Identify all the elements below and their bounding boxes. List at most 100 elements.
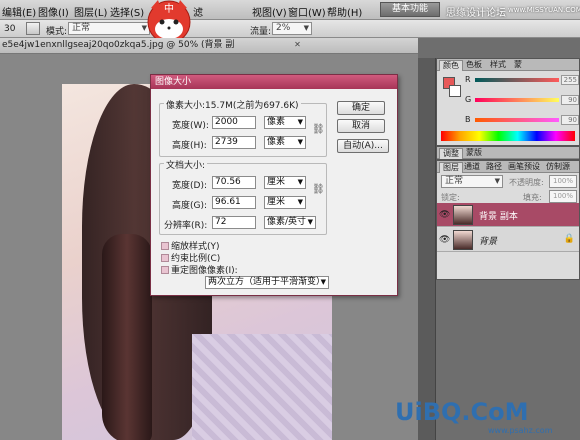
menu-select[interactable]: 选择(S) (110, 4, 144, 19)
cancel-button[interactable]: 取消 (337, 119, 385, 133)
tab-adjustments[interactable]: 调整 (439, 148, 463, 159)
doc-width-input[interactable]: 70.56 (212, 176, 256, 189)
doc-height-unit-select[interactable]: 厘米 ▼ (264, 196, 306, 209)
menu-edit[interactable]: 编辑(E) (2, 4, 36, 19)
ok-button[interactable]: 确定 (337, 101, 385, 115)
brush-size-value[interactable]: 30 (4, 24, 15, 34)
workspace-button[interactable]: 基本功能 (380, 2, 440, 17)
menu-help[interactable]: 帮助(H) (327, 4, 362, 19)
opacity-label: 不透明度: (509, 178, 544, 187)
tab-mask[interactable]: 蒙版 (463, 148, 485, 159)
r-value[interactable]: 255 (561, 75, 579, 85)
color-spectrum[interactable] (441, 131, 575, 141)
tab-color[interactable]: 颜色 (439, 60, 463, 71)
layer-row[interactable]: 👁 背景 副本 (437, 203, 579, 227)
mascot-label: 中 (164, 2, 174, 15)
menu-image[interactable]: 图像(I) (38, 4, 69, 19)
b-slider[interactable] (475, 118, 559, 122)
watermark-logo: UiBQ.CoM (395, 398, 529, 426)
fill-input[interactable]: 100% (549, 190, 577, 203)
close-icon[interactable]: ✕ (293, 41, 302, 50)
tab-channels[interactable]: 通道 (461, 162, 483, 173)
b-label: B (465, 115, 471, 124)
width-label: 宽度(W): (172, 121, 209, 131)
menu-bar: 编辑(E) 图像(I) 图层(L) 选择(S) 滤 视图(V) 窗口(W) 帮助… (0, 0, 580, 20)
tab-paths[interactable]: 路径 (483, 162, 505, 173)
mode-select[interactable]: 正常 ▼ (68, 22, 150, 35)
tab-swatches[interactable]: 色板 (463, 60, 485, 71)
chain-link-icon: ⛓ (312, 184, 325, 195)
image-size-dialog: 图像大小 像素大小:15.7M(之前为697.6K) 宽度(W): 2000 像… (150, 74, 398, 296)
menu-layer[interactable]: 图层(L) (74, 4, 107, 19)
tab-clone-source[interactable]: 仿制源 (543, 162, 573, 173)
layers-panel-tabs: 图层 通道 路径 画笔预设 仿制源 (437, 161, 579, 173)
adjustments-panel-tabs: 调整 蒙版 (437, 147, 579, 159)
resolution-input[interactable]: 72 (212, 216, 256, 229)
g-slider[interactable] (475, 98, 559, 102)
width-input[interactable]: 2000 (212, 116, 256, 129)
tab-brush-presets[interactable]: 画笔预设 (505, 162, 543, 173)
menu-window[interactable]: 窗口(W) (288, 4, 326, 19)
g-value[interactable]: 90 (561, 95, 579, 105)
lock-label: 锁定: (441, 193, 460, 202)
b-value[interactable]: 90 (561, 115, 579, 125)
pixel-dimensions-label: 像素大小:15.7M(之前为697.6K) (164, 98, 301, 111)
background-color-swatch[interactable] (449, 85, 461, 97)
height-input[interactable]: 2739 (212, 136, 256, 149)
lock-icon: 🔒 (563, 234, 575, 244)
layer-thumbnail (453, 205, 473, 225)
layers-panel: 图层 通道 路径 画笔预设 仿制源 正常 ▼ 不透明度: 100% 锁定: 填充:… (436, 160, 580, 280)
auto-button[interactable]: 自动(A)... (337, 139, 389, 153)
doc-height-input[interactable]: 96.61 (212, 196, 256, 209)
color-panel-tabs: 颜色 色板 样式 蒙 (437, 59, 579, 71)
layer-name: 背景 副本 (479, 212, 518, 222)
pixel-dimensions-group: 像素大小:15.7M(之前为697.6K) 宽度(W): 2000 像素 ▼ 高度… (159, 98, 327, 157)
eye-icon[interactable]: 👁 (439, 210, 450, 220)
options-bar: 30 模式: 正常 ▼ 流量: 2% ▼ (0, 20, 580, 38)
tab-styles[interactable]: 样式 (487, 60, 509, 71)
checkbox-checked-icon (161, 254, 169, 262)
height-label: 高度(H): (172, 141, 207, 151)
resample-method-select[interactable]: 两次立方（适用于平滑渐变） ▼ (205, 276, 329, 289)
menu-filter[interactable]: 滤 (193, 4, 203, 19)
color-panel: 颜色 色板 样式 蒙 R 255 G 90 B 90 (436, 58, 580, 146)
r-label: R (465, 75, 471, 84)
menu-view[interactable]: 视图(V) (252, 4, 287, 19)
site-name: 思缘设计论坛 (446, 8, 506, 19)
layer-thumbnail (453, 230, 473, 250)
watermark-url: www.psahz.com (488, 426, 553, 435)
fill-label: 填充: (523, 193, 542, 202)
blend-mode-select[interactable]: 正常 ▼ (441, 175, 503, 188)
width-unit-select[interactable]: 像素 ▼ (264, 116, 306, 129)
g-label: G (465, 95, 472, 104)
doc-width-label: 宽度(D): (172, 181, 207, 191)
mode-label: 模式: (46, 27, 68, 37)
document-size-group: 文档大小: 宽度(D): 70.56 厘米 ▼ 高度(G): 96.61 厘米 ▼ … (159, 158, 327, 235)
resolution-unit-select[interactable]: 像素/英寸 ▼ (264, 216, 316, 229)
dialog-title[interactable]: 图像大小 (151, 75, 397, 89)
site-url: www.MISSYUAN.COM (508, 6, 580, 14)
eye-icon[interactable]: 👁 (439, 235, 450, 245)
tool-strip (418, 58, 436, 440)
checkbox-checked-icon (161, 242, 169, 250)
doc-width-unit-select[interactable]: 厘米 ▼ (264, 176, 306, 189)
resample-checkbox[interactable]: 重定图像像素(I): (161, 263, 238, 276)
sweater-shape (192, 334, 332, 440)
document-title: e5e4jw1enxnllgseaj20qo0zkqa5.jpg @ 50% (… (2, 40, 235, 50)
flow-select[interactable]: 2% ▼ (272, 22, 312, 35)
chain-link-icon: ⛓ (312, 124, 325, 135)
r-slider[interactable] (475, 78, 559, 82)
adjustments-panel: 调整 蒙版 (436, 146, 580, 160)
tab-masks[interactable]: 蒙 (511, 60, 525, 71)
resolution-label: 分辨率(R): (164, 221, 208, 231)
tab-layers[interactable]: 图层 (439, 162, 463, 173)
height-unit-select[interactable]: 像素 ▼ (264, 136, 306, 149)
document-tab[interactable]: e5e4jw1enxnllgseaj20qo0zkqa5.jpg @ 50% (… (0, 38, 418, 54)
opacity-input[interactable]: 100% (549, 175, 577, 188)
document-size-label: 文档大小: (164, 158, 208, 171)
brush-picker-icon[interactable] (26, 22, 40, 35)
ponytail-shape (102, 234, 152, 440)
checkbox-checked-icon (161, 266, 169, 274)
layer-row[interactable]: 👁 背景 🔒 (437, 228, 579, 252)
doc-height-label: 高度(G): (172, 201, 208, 211)
